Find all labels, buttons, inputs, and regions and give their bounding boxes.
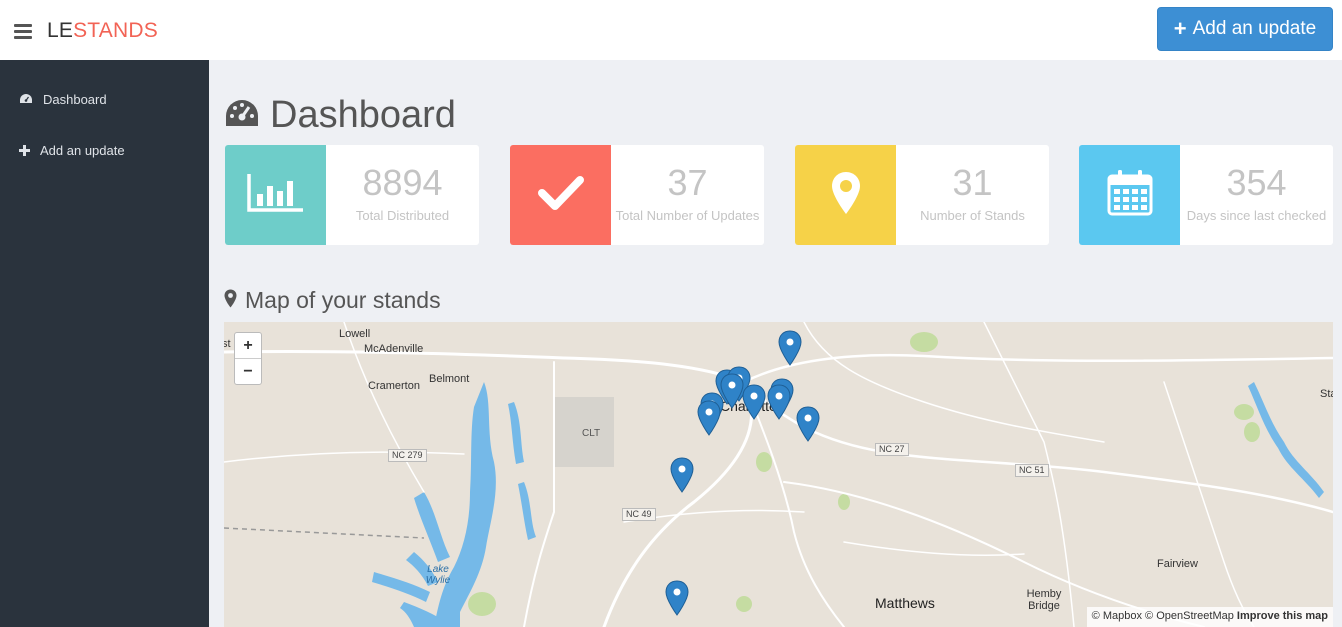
stands-map[interactable]: + − st Lowell McAdenville Belmont Cramer… [224, 322, 1333, 627]
stat-value: 31 [952, 162, 993, 203]
dashboard-icon [19, 93, 33, 105]
map-section-title: Map of your stands [224, 287, 441, 314]
bar-chart-icon [246, 172, 305, 219]
stand-marker[interactable] [767, 384, 791, 420]
add-update-button[interactable]: + Add an update [1157, 7, 1333, 51]
stat-icon-box [1079, 145, 1180, 245]
map-place-label: Cramerton [368, 380, 420, 392]
plus-icon: + [1173, 16, 1187, 41]
brand-part-1: LE [47, 19, 74, 42]
stat-card-total-distributed: 8894 Total Distributed [225, 145, 479, 245]
calendar-icon [1106, 169, 1154, 222]
stand-marker[interactable] [697, 400, 721, 436]
stat-label: Days since last checked [1186, 208, 1327, 223]
hamburger-menu-icon[interactable] [14, 24, 32, 39]
map-place-label: Fairview [1157, 558, 1198, 570]
stand-marker[interactable] [778, 330, 802, 366]
top-bar: LESTANDS + Add an update [0, 0, 1342, 60]
map-place-label: Lake Wylie [425, 564, 451, 586]
stat-value: 354 [1226, 162, 1287, 203]
map-place-label: st [224, 338, 231, 350]
add-update-button-label: Add an update [1192, 18, 1317, 39]
improve-map-link[interactable]: Improve this map [1237, 610, 1328, 622]
road-shield: NC 49 [622, 508, 656, 521]
stat-icon-box [510, 145, 611, 245]
page-title: Dashboard [224, 94, 456, 137]
stat-value: 37 [667, 162, 708, 203]
map-marker-icon [831, 171, 861, 220]
road-shield: NC 27 [875, 443, 909, 456]
map-place-label: Belmont [429, 373, 470, 385]
stat-card-total-updates: 37 Total Number of Updates [510, 145, 764, 245]
stand-marker[interactable] [796, 406, 820, 442]
stat-card-days-since-checked: 354 Days since last checked [1079, 145, 1333, 245]
brand-part-2: STANDS [73, 19, 158, 42]
stat-card-number-of-stands: 31 Number of Stands [795, 145, 1049, 245]
stat-label: Number of Stands [920, 208, 1025, 223]
stat-value: 8894 [362, 162, 443, 203]
stat-icon-box [795, 145, 896, 245]
mapbox-attribution-link[interactable]: © Mapbox [1092, 610, 1142, 622]
stand-marker[interactable] [742, 384, 766, 420]
map-place-label: Lowell [339, 328, 371, 340]
map-section-title-text: Map of your stands [245, 287, 441, 313]
osm-attribution-link[interactable]: © OpenStreetMap [1145, 610, 1234, 622]
map-place-label: CLT [582, 428, 601, 439]
checkmark-icon [537, 175, 584, 216]
stand-marker[interactable] [670, 457, 694, 493]
stat-label: Total Distributed [355, 208, 450, 223]
brand-logo[interactable]: LESTANDS [47, 19, 158, 43]
page-title-text: Dashboard [270, 94, 456, 136]
map-attribution: © Mapbox © OpenStreetMap Improve this ma… [1086, 607, 1333, 627]
stat-icon-box [225, 145, 326, 245]
map-zoom-controls: + − [234, 332, 262, 385]
road-shield: NC 279 [388, 449, 427, 462]
plus-icon [19, 144, 30, 156]
map-place-label: Matthews [875, 595, 935, 611]
stat-label: Total Number of Updates [615, 208, 760, 223]
sidebar-item-dashboard[interactable]: Dashboard [19, 89, 107, 109]
zoom-out-button[interactable]: − [235, 359, 261, 384]
sidebar-item-label: Dashboard [43, 91, 107, 107]
stand-marker[interactable] [665, 580, 689, 616]
map-place-label: Hemby Bridge [1026, 588, 1062, 612]
sidebar-item-add-update[interactable]: Add an update [19, 140, 125, 160]
sidebar: Dashboard Add an update [0, 60, 209, 627]
map-background [224, 322, 1333, 627]
map-place-label: Sta [1320, 388, 1333, 400]
road-shield: NC 51 [1015, 464, 1049, 477]
zoom-in-button[interactable]: + [235, 333, 261, 359]
map-place-label: McAdenville [364, 343, 424, 355]
dashboard-icon [224, 98, 260, 133]
sidebar-item-label: Add an update [40, 142, 125, 158]
map-marker-icon [224, 289, 237, 313]
